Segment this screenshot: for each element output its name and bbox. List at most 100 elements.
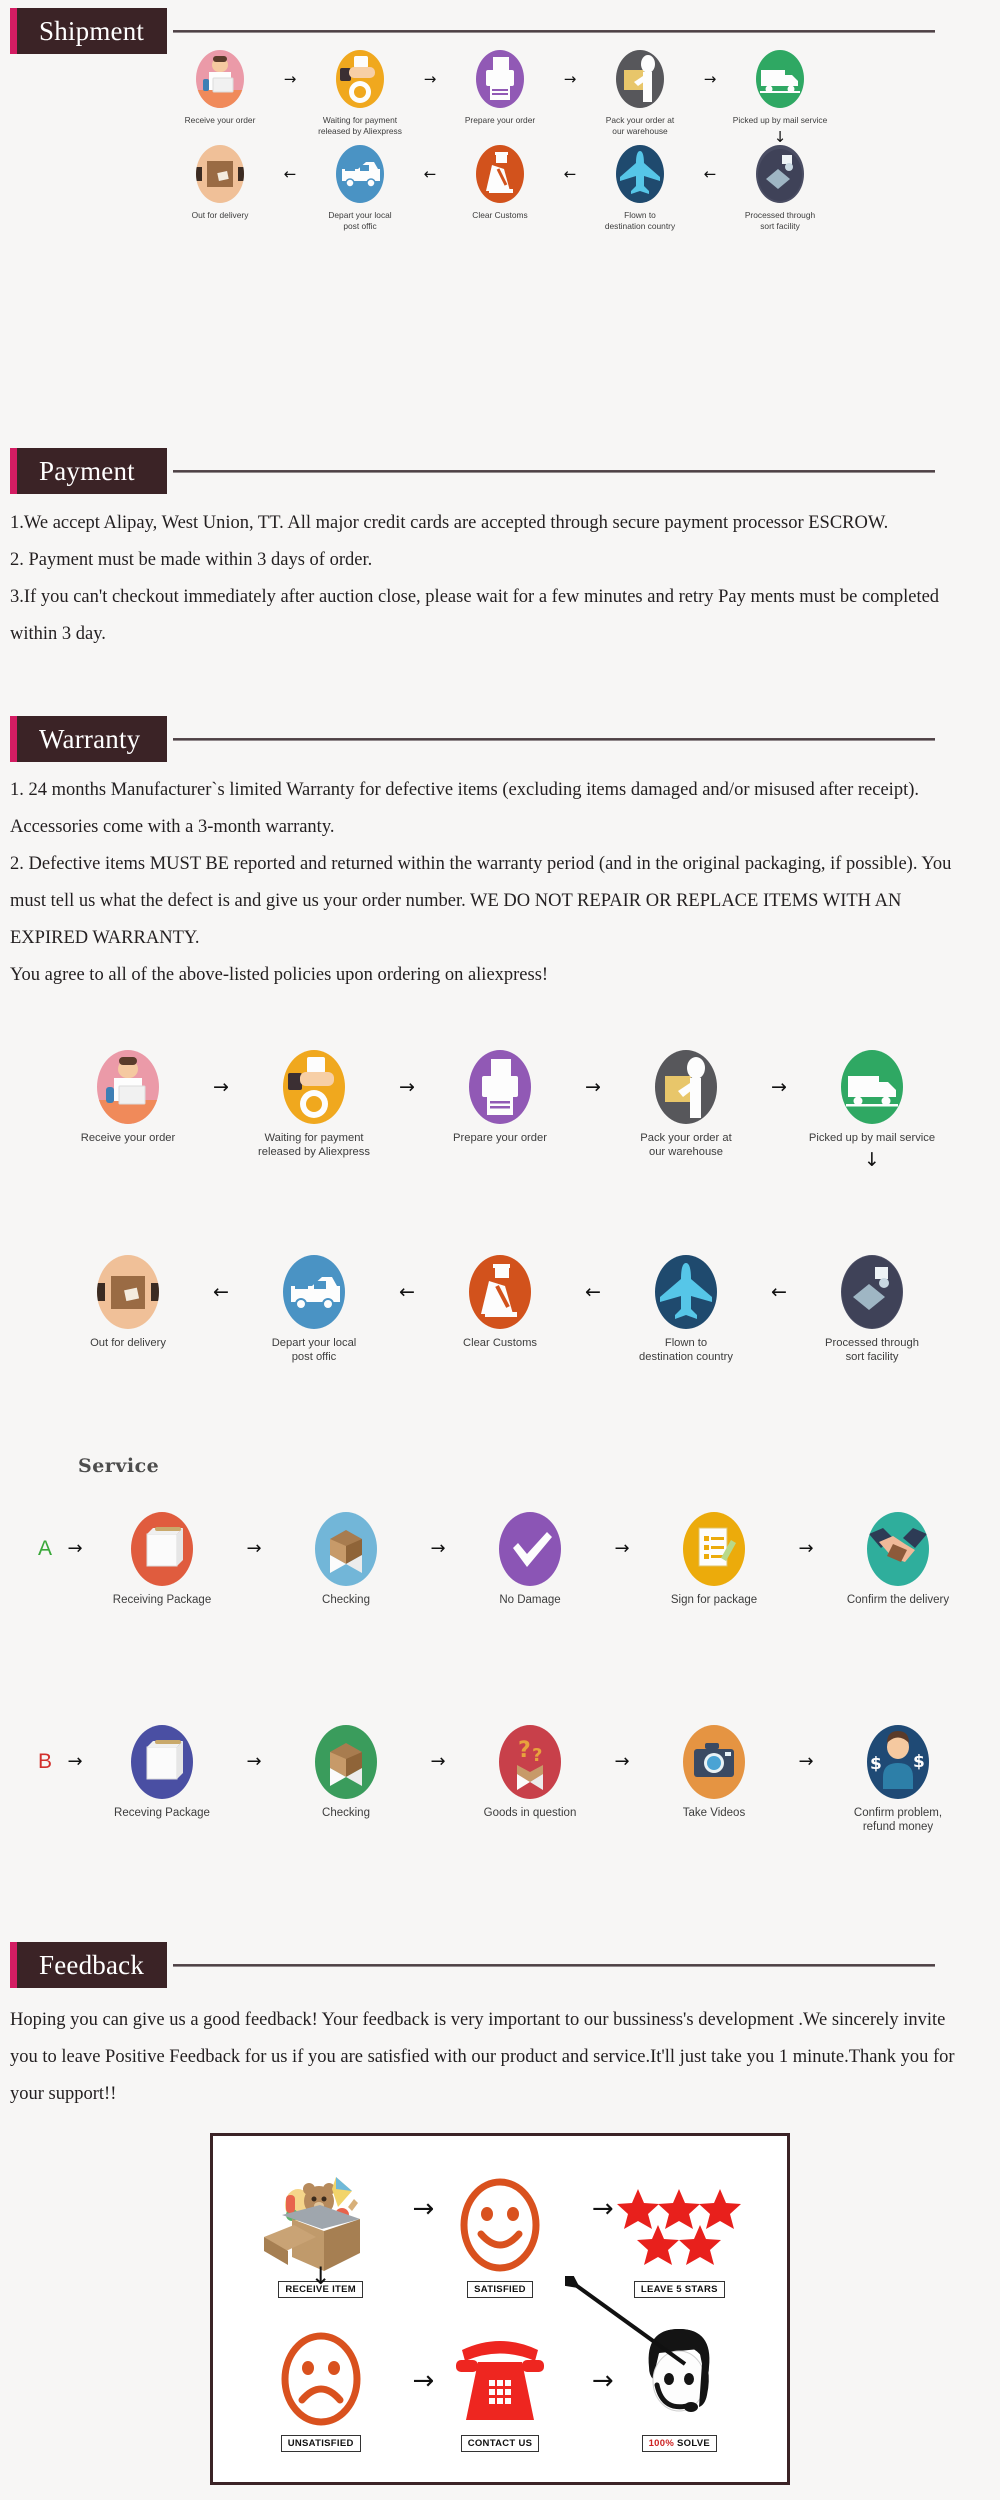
flow-node: Picked up by mail service ↓	[732, 50, 828, 145]
feedback-body: Hoping you can give us a good feedback! …	[0, 2002, 985, 2113]
section-header-warranty: Warranty	[10, 716, 970, 762]
header-rule	[173, 29, 935, 33]
airplane-icon	[616, 145, 664, 203]
flow-node: Checking	[276, 1512, 416, 1607]
shipping-flow-row-1: Receive your order → Waiting for payment…	[20, 1050, 980, 1170]
flow-node-label: Sign for package	[670, 1594, 758, 1606]
flow-node-label: Receving Package	[114, 1807, 210, 1819]
flow-node: Sign for package	[644, 1512, 784, 1607]
flow-node-label: Checking	[322, 1807, 370, 1819]
warranty-paragraph-3: You agree to all of the above-listed pol…	[10, 965, 549, 985]
flow-node: Waiting for payment released by Aliexpre…	[249, 1050, 379, 1159]
customs-officer-icon	[469, 1255, 531, 1329]
arrow-right-icon: →	[585, 1075, 601, 1098]
flow-node-label: Clear Customs	[463, 1337, 537, 1349]
flow-node-label: Pack your order at our warehouse	[640, 1132, 732, 1158]
sorting-facility-icon	[841, 1255, 903, 1329]
check-mark-icon	[499, 1512, 561, 1586]
flow-node-label: Confirm the delivery	[846, 1594, 950, 1606]
flow-node-label: Picked up by mail service	[808, 1132, 936, 1144]
service-row-letter-b: B	[37, 1750, 52, 1773]
feedback-tag: SATISFIED	[467, 2281, 533, 2298]
flow-node: Receive your order	[63, 1050, 193, 1145]
flow-node-label: Waiting for payment released by Aliexpre…	[258, 1132, 370, 1158]
flow-node-label: Checking	[322, 1594, 370, 1606]
flow-node-label: Processed through sort facility	[825, 1337, 919, 1363]
svg-text:?: ?	[518, 1738, 531, 1763]
arrow-right-icon: →	[798, 1751, 814, 1772]
feedback-cell-contact-us: CONTACT US →	[410, 2302, 614, 2452]
arrow-left-icon: ←	[563, 164, 577, 183]
flow-node: ?? Goods in question	[460, 1725, 600, 1820]
arrow-right-icon: →	[246, 1538, 262, 1559]
feedback-tag: UNSATISFIED	[280, 2435, 361, 2452]
service-flow-row-a: A → Receiving Package → Checking → No Da…	[14, 1512, 986, 1607]
svg-text:?: ?	[532, 1745, 542, 1766]
arrow-right-icon: →	[399, 1075, 415, 1098]
question-box-icon: ??	[499, 1725, 561, 1799]
arrow-left-icon: ←	[585, 1280, 601, 1303]
shipping-flow-diagram-large-row2: Out for delivery ← Depart your local pos…	[20, 1255, 980, 1364]
flow-node-label: Receiving Package	[112, 1594, 212, 1606]
arrow-down-icon: ↓	[773, 127, 787, 146]
payment-body: 1.We accept Alipay, West Union, TT. All …	[0, 505, 985, 653]
smiley-face-icon	[457, 2169, 543, 2281]
flow-node: Take Videos	[644, 1725, 784, 1820]
flow-node-label: Receive your order	[184, 115, 256, 125]
flow-node-label: Waiting for payment released by Aliexpre…	[318, 115, 402, 136]
payment-paragraph-2: 2. Payment must be made within 3 days of…	[10, 550, 373, 570]
warranty-body: 1. 24 months Manufacturer`s limited Warr…	[0, 772, 985, 994]
flow-node: Checking	[276, 1725, 416, 1820]
warranty-header-bar: Warranty	[10, 716, 970, 762]
flow-node: Receiving Package	[92, 1512, 232, 1607]
feedback-cell-leave-5-stars: LEAVE 5 STARS	[590, 2148, 769, 2298]
accent-bar	[10, 1942, 17, 1988]
warranty-paragraph-2: 2. Defective items MUST BE reported and …	[10, 854, 952, 948]
flow-node-label: No Damage	[499, 1594, 561, 1606]
flow-node-label: Pack your order at our warehouse	[605, 115, 675, 136]
delivery-truck-icon	[841, 1050, 903, 1124]
flow-node: Processed through sort facility	[807, 1255, 937, 1364]
svg-text:$: $	[870, 1754, 882, 1774]
service-flow-row-b: B → Receving Package → Checking → ?? Goo…	[14, 1725, 986, 1835]
printer-icon	[476, 50, 524, 108]
shipping-flow-diagram-small-row2: Out for delivery ← Depart your local pos…	[130, 145, 870, 231]
customs-officer-icon	[476, 145, 524, 203]
arrow-down-icon: ↓	[310, 2262, 331, 2290]
camera-icon	[683, 1725, 745, 1799]
arrow-right-icon: →	[67, 1538, 83, 1559]
header-rule	[173, 1963, 935, 1967]
open-box-icon	[315, 1512, 377, 1586]
warranty-paragraph-1: 1. 24 months Manufacturer`s limited Warr…	[10, 780, 919, 837]
flow-node: Clear Customs	[452, 145, 548, 221]
flow-node: $ $ Confirm problem, refund money	[828, 1725, 968, 1835]
open-box-icon	[315, 1725, 377, 1799]
flow-node-label: Receive your order	[80, 1132, 176, 1144]
flow-node: Waiting for payment released by Aliexpre…	[312, 50, 408, 136]
service-row-letter-a: A	[37, 1537, 52, 1560]
shipping-flow-diagram-large-row1: Receive your order → Waiting for payment…	[20, 1050, 980, 1170]
shipment-title-plate: Shipment	[17, 8, 167, 54]
flow-node: Flown to destination country	[592, 145, 688, 231]
support-agent-icon	[629, 2323, 729, 2435]
feedback-title-plate: Feedback	[17, 1942, 167, 1988]
feedback-grid: RECEIVE ITEM → ↓ SATISFIED → LEAVE 5 STA…	[231, 2148, 769, 2452]
arrow-left-icon: ←	[423, 164, 437, 183]
feedback-paragraph-1: Hoping you can give us a good feedback! …	[10, 2010, 955, 2104]
header-rule	[173, 737, 935, 741]
arrow-left-icon: ←	[283, 164, 297, 183]
flow-node-label: Flown to destination country	[639, 1337, 733, 1363]
package-icon	[131, 1725, 193, 1799]
arrow-right-icon: →	[563, 69, 577, 88]
sorting-facility-icon	[756, 145, 804, 203]
feedback-tag: CONTACT US	[460, 2435, 540, 2452]
arrow-right-icon: →	[798, 1538, 814, 1559]
arrow-right-icon: →	[283, 69, 297, 88]
feedback-tag: 100% SOLVE	[641, 2435, 718, 2452]
parcel-box-icon	[196, 145, 244, 203]
arrow-right-icon: →	[430, 1751, 446, 1772]
flow-node: Receive your order	[172, 50, 268, 126]
arrow-left-icon: ←	[703, 164, 717, 183]
airplane-icon	[655, 1255, 717, 1329]
flow-node: Depart your local post offic	[249, 1255, 379, 1364]
